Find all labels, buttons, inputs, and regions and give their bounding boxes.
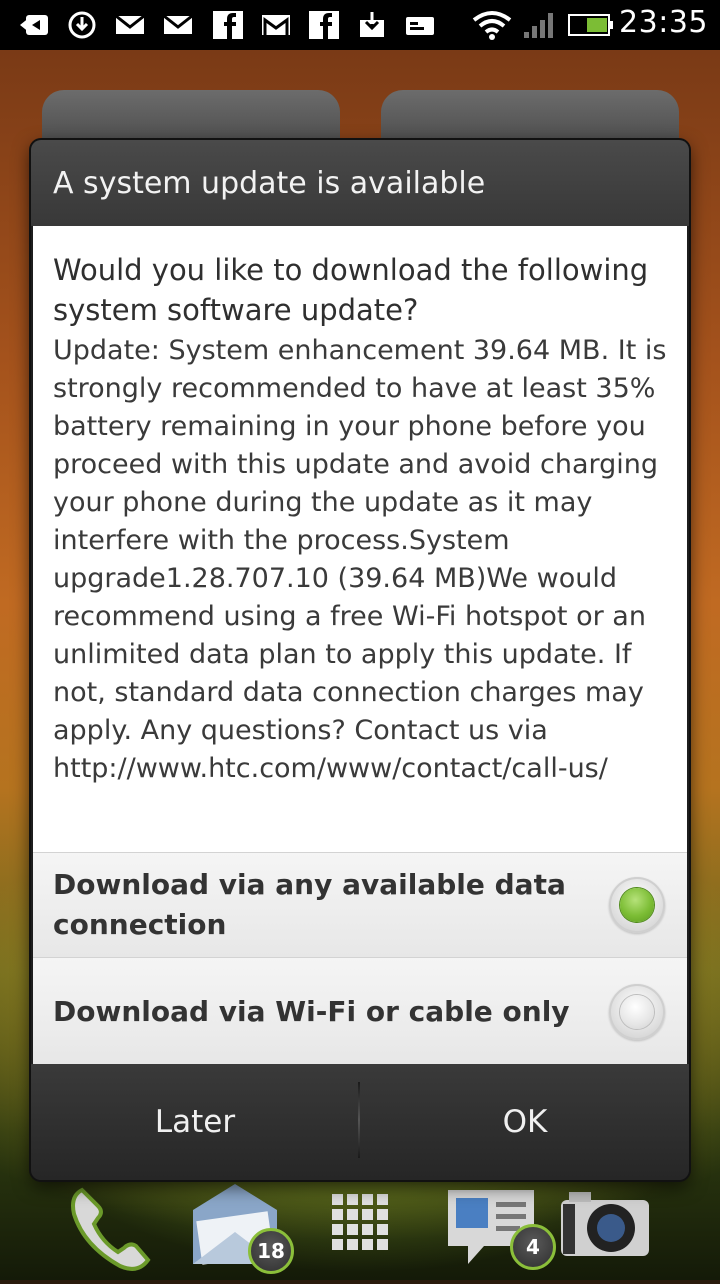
update-details: Update: System enhancement 39.64 MB. It …: [53, 335, 667, 784]
option-any-data-connection[interactable]: Download via any available data connecti…: [33, 852, 687, 957]
system-update-dialog: A system update is available Would you l…: [31, 140, 689, 1180]
ok-button[interactable]: OK: [361, 1064, 689, 1180]
mail-badge: 18: [248, 1228, 294, 1274]
radio-button-unselected[interactable]: [609, 984, 665, 1040]
mail-button[interactable]: 18: [180, 1180, 300, 1280]
camera-button[interactable]: [555, 1180, 665, 1280]
mail-icon: [163, 14, 193, 34]
signal-icon: [524, 13, 553, 38]
update-question: Would you like to download the following…: [53, 253, 649, 327]
radio-unselected-icon: [620, 995, 654, 1029]
wifi-icon: [472, 11, 512, 40]
launcher-dock: 18 4: [0, 1180, 720, 1280]
radio-button-selected[interactable]: [609, 877, 665, 933]
dialog-header: A system update is available: [31, 140, 689, 226]
facebook-icon: [309, 11, 339, 39]
sd-card-icon: [406, 17, 434, 35]
gmail-icon: [115, 14, 145, 34]
option-label: Download via any available data connecti…: [53, 868, 566, 941]
gmail-icon: [262, 15, 290, 35]
camera-icon: [561, 1192, 649, 1256]
status-clock: 23:35: [619, 5, 708, 40]
battery-icon: [568, 14, 613, 36]
phone-icon: [71, 1187, 151, 1271]
messages-badge: 4: [510, 1224, 556, 1270]
status-bar: 23:35: [0, 0, 720, 50]
later-button[interactable]: Later: [31, 1064, 359, 1180]
download-sync-icon: [68, 11, 96, 39]
app-drawer-icon: [332, 1194, 388, 1250]
phone-button[interactable]: [60, 1180, 160, 1280]
option-label: Download via Wi-Fi or cable only: [53, 995, 570, 1028]
option-wifi-only[interactable]: Download via Wi-Fi or cable only: [33, 957, 687, 1064]
dialog-title: A system update is available: [53, 166, 486, 201]
radio-selected-icon: [620, 888, 654, 922]
dialog-button-bar: Later OK: [31, 1064, 689, 1180]
facebook-icon: [213, 11, 243, 39]
messages-button[interactable]: 4: [440, 1180, 560, 1280]
back-arrow-icon: [20, 15, 48, 35]
download-icon: [360, 12, 384, 37]
button-divider: [358, 1082, 360, 1158]
app-drawer-button[interactable]: [310, 1180, 410, 1280]
